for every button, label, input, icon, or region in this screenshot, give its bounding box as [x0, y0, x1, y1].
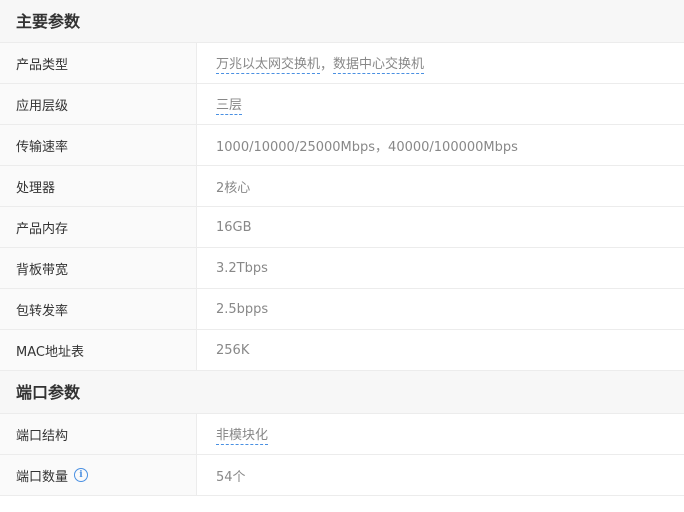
row-label: 背板带宽	[0, 248, 197, 288]
row-value: 1000/10000/25000Mbps，40000/100000Mbps	[216, 139, 518, 155]
row-label-text: 端口数量	[16, 469, 69, 485]
row-label: MAC地址表	[0, 330, 197, 370]
table-row: 应用层级 三层	[0, 84, 684, 125]
section-title-main: 主要参数	[0, 0, 684, 43]
info-icon[interactable]: i	[74, 468, 89, 482]
product-type-link[interactable]: 万兆以太网交换机	[216, 53, 321, 74]
table-row: 端口结构 非模块化	[0, 414, 684, 455]
row-label: 端口数量 i	[0, 455, 197, 495]
layer-link[interactable]: 三层	[216, 94, 243, 115]
row-value: 3.2Tbps	[216, 260, 268, 276]
row-label: 处理器	[0, 166, 197, 206]
row-label: 产品类型	[0, 43, 197, 83]
row-value: 非模块化	[197, 414, 684, 454]
row-label: 传输速率	[0, 125, 197, 165]
row-label: 应用层级	[0, 84, 197, 124]
row-label: 端口结构	[0, 414, 197, 454]
row-value: 16GB	[216, 219, 252, 235]
separator: ，	[320, 57, 334, 73]
table-row: 传输速率 1000/10000/25000Mbps，40000/100000Mb…	[0, 125, 684, 166]
section-title-ports: 端口参数	[0, 371, 684, 414]
row-label: 产品内存	[0, 207, 197, 247]
table-row: 产品类型 万兆以太网交换机 ， 数据中心交换机	[0, 43, 684, 84]
row-value: 2.5bpps	[216, 301, 269, 317]
row-value: 2核心	[216, 180, 251, 196]
row-value: 三层	[197, 84, 684, 124]
table-row: 处理器 2核心	[0, 166, 684, 207]
table-row: 产品内存 16GB	[0, 207, 684, 248]
row-value: 万兆以太网交换机 ， 数据中心交换机	[197, 43, 684, 83]
row-value: 256K	[216, 342, 250, 358]
table-row: MAC地址表 256K	[0, 330, 684, 371]
spec-table: 主要参数 产品类型 万兆以太网交换机 ， 数据中心交换机 应用层级 三层 传输速…	[0, 0, 684, 496]
table-row: 端口数量 i 54个	[0, 455, 684, 496]
port-structure-link[interactable]: 非模块化	[216, 424, 269, 445]
row-value: 54个	[216, 469, 246, 485]
table-row: 背板带宽 3.2Tbps	[0, 248, 684, 289]
row-label: 包转发率	[0, 289, 197, 329]
table-row: 包转发率 2.5bpps	[0, 289, 684, 330]
product-type-link[interactable]: 数据中心交换机	[333, 53, 425, 74]
